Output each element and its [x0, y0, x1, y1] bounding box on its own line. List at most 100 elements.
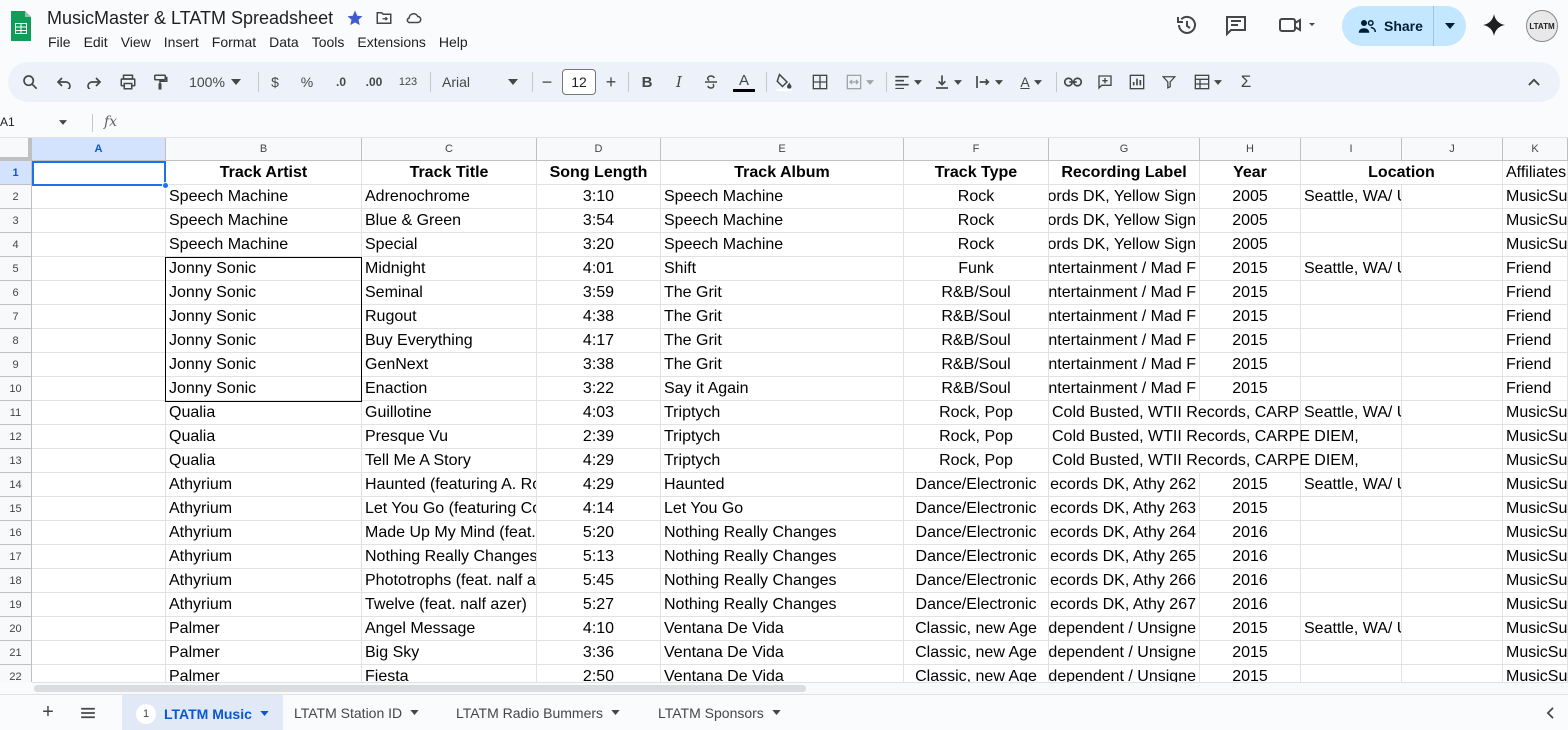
grid-cell[interactable] — [1301, 209, 1402, 233]
name-box[interactable]: A1 — [0, 115, 67, 129]
grid-cell[interactable]: Athyrium — [166, 545, 362, 569]
header-cell[interactable]: Track Artist — [166, 161, 362, 185]
grid-cell[interactable]: 2:50 — [537, 665, 661, 682]
grid-cell[interactable]: 2005 — [1200, 185, 1301, 209]
sheets-logo-icon[interactable] — [9, 9, 33, 43]
menu-tools[interactable]: Tools — [312, 34, 351, 50]
grid-cell[interactable]: 2016 — [1200, 593, 1301, 617]
bold-button[interactable]: B — [636, 62, 658, 102]
grid-cell[interactable]: Nothing Really Changes — [661, 593, 904, 617]
grid-cell[interactable] — [1402, 449, 1503, 473]
grid-cell[interactable]: GenNext — [362, 353, 537, 377]
grid-cell[interactable]: Palmer — [166, 665, 362, 682]
font-size-input[interactable]: 12 — [562, 69, 596, 95]
merge-cells-icon[interactable] — [840, 62, 880, 102]
grid-cell[interactable]: Entertainment / Mad F — [1049, 257, 1200, 281]
select-all-corner[interactable] — [0, 138, 32, 161]
grid-cell[interactable]: Speech Machine — [661, 185, 904, 209]
grid-cell[interactable]: R&B/Soul — [904, 377, 1049, 401]
grid-cell[interactable]: Fiesta — [362, 665, 537, 682]
grid-cell[interactable]: MusicSu — [1503, 233, 1568, 257]
row-header[interactable]: 11 — [0, 401, 32, 425]
grid-cell[interactable]: 2015 — [1200, 281, 1301, 305]
grid-cell[interactable]: 4:01 — [537, 257, 661, 281]
row-header[interactable]: 21 — [0, 641, 32, 665]
strikethrough-icon[interactable] — [700, 62, 722, 102]
row-header[interactable]: 22 — [0, 665, 32, 682]
sheet-tab-ltatm-radio-bummers[interactable]: LTATM Radio Bummers — [442, 695, 634, 730]
grid-cell[interactable] — [32, 377, 166, 401]
grid-cell[interactable]: Ventana De Vida — [661, 665, 904, 682]
grid-cell[interactable]: Seattle, WA/ USA — [1301, 185, 1402, 209]
row-header[interactable]: 9 — [0, 353, 32, 377]
functions-button[interactable]: Σ — [1236, 62, 1256, 102]
grid-cell[interactable] — [32, 401, 166, 425]
filter-views-icon[interactable] — [1188, 62, 1228, 102]
grid-cell[interactable] — [1402, 425, 1503, 449]
grid-cell[interactable] — [1301, 329, 1402, 353]
row-header[interactable]: 12 — [0, 425, 32, 449]
menu-help[interactable]: Help — [439, 34, 474, 50]
grid-cell[interactable]: 2015 — [1200, 329, 1301, 353]
italic-button[interactable]: I — [668, 62, 690, 102]
caret-down-icon[interactable] — [260, 711, 269, 716]
formula-input[interactable] — [130, 110, 1550, 134]
grid-cell[interactable]: Let You Go (featuring Co — [362, 497, 537, 521]
redo-icon[interactable] — [82, 62, 106, 102]
grid-cell[interactable] — [1301, 545, 1402, 569]
grid-cell[interactable]: MusicSu — [1503, 497, 1568, 521]
grid-cell[interactable]: 4:38 — [537, 305, 661, 329]
text-wrapping-icon[interactable] — [970, 62, 1008, 102]
grid-cell[interactable]: Athyrium — [166, 521, 362, 545]
grid-cell[interactable]: Jonny Sonic — [166, 353, 362, 377]
grid-cell[interactable] — [32, 305, 166, 329]
grid-cell[interactable]: Seattle, WA/ USA — [1301, 617, 1402, 641]
header-cell[interactable]: Affiliates — [1503, 161, 1568, 185]
column-header-h[interactable]: H — [1200, 138, 1301, 161]
grid-cell[interactable] — [1402, 305, 1503, 329]
header-cell[interactable]: Year — [1200, 161, 1301, 185]
grid-cell[interactable]: 262 Records DK, Athy — [1049, 473, 1200, 497]
grid-cell[interactable]: MusicSu — [1503, 665, 1568, 682]
grid-cell[interactable]: Classic, new Age — [904, 665, 1049, 682]
caret-down-icon[interactable] — [772, 710, 781, 715]
row-header[interactable]: 19 — [0, 593, 32, 617]
grid-cell[interactable]: 4:03 — [537, 401, 661, 425]
grid-cell[interactable] — [1402, 209, 1503, 233]
grid-cell[interactable]: Dance/Electronic — [904, 473, 1049, 497]
text-color-button[interactable]: A — [732, 62, 756, 102]
grid-cell[interactable]: Jonny Sonic — [166, 305, 362, 329]
grid-cell[interactable]: Qualia — [166, 401, 362, 425]
grid-cell[interactable]: Dance/Electronic — [904, 593, 1049, 617]
grid-cell[interactable]: Dance/Electronic — [904, 521, 1049, 545]
grid-cell[interactable]: 5:20 — [537, 521, 661, 545]
grid-cell[interactable]: Palmer — [166, 641, 362, 665]
share-button[interactable]: Share — [1342, 6, 1466, 46]
vertical-align-icon[interactable] — [930, 62, 966, 102]
grid-cell[interactable]: R&B/Soul — [904, 329, 1049, 353]
grid-cell[interactable]: Nothing Really Changes — [661, 545, 904, 569]
grid-cell[interactable]: Presque Vu — [362, 425, 537, 449]
fill-color-icon[interactable] — [772, 62, 796, 102]
grid-cell[interactable]: Speech Machine — [661, 209, 904, 233]
grid-cell[interactable] — [1402, 377, 1503, 401]
grid-cell[interactable] — [1301, 569, 1402, 593]
grid-cell[interactable] — [1402, 401, 1503, 425]
number-format-button[interactable]: 123 — [394, 62, 422, 102]
grid-cell[interactable]: ords DK, Yellow Sign — [1049, 233, 1200, 257]
horizontal-align-icon[interactable] — [890, 62, 926, 102]
horizontal-scrollbar[interactable] — [32, 682, 1568, 694]
menu-view[interactable]: View — [121, 34, 157, 50]
all-sheets-icon[interactable] — [76, 695, 100, 730]
grid-cell[interactable]: Haunted — [661, 473, 904, 497]
grid-cell[interactable]: 2016 — [1200, 545, 1301, 569]
move-folder-icon[interactable] — [374, 9, 394, 27]
grid-cell[interactable]: Blue & Green — [362, 209, 537, 233]
grid-cell[interactable]: 5:27 — [537, 593, 661, 617]
grid-cell[interactable]: Triptych — [661, 401, 904, 425]
insert-link-icon[interactable] — [1062, 62, 1084, 102]
gemini-icon[interactable] — [1482, 13, 1506, 42]
grid-cell[interactable]: Dance/Electronic — [904, 497, 1049, 521]
grid-cell[interactable]: Jonny Sonic — [166, 257, 362, 281]
grid-cell[interactable]: Jonny Sonic — [166, 377, 362, 401]
